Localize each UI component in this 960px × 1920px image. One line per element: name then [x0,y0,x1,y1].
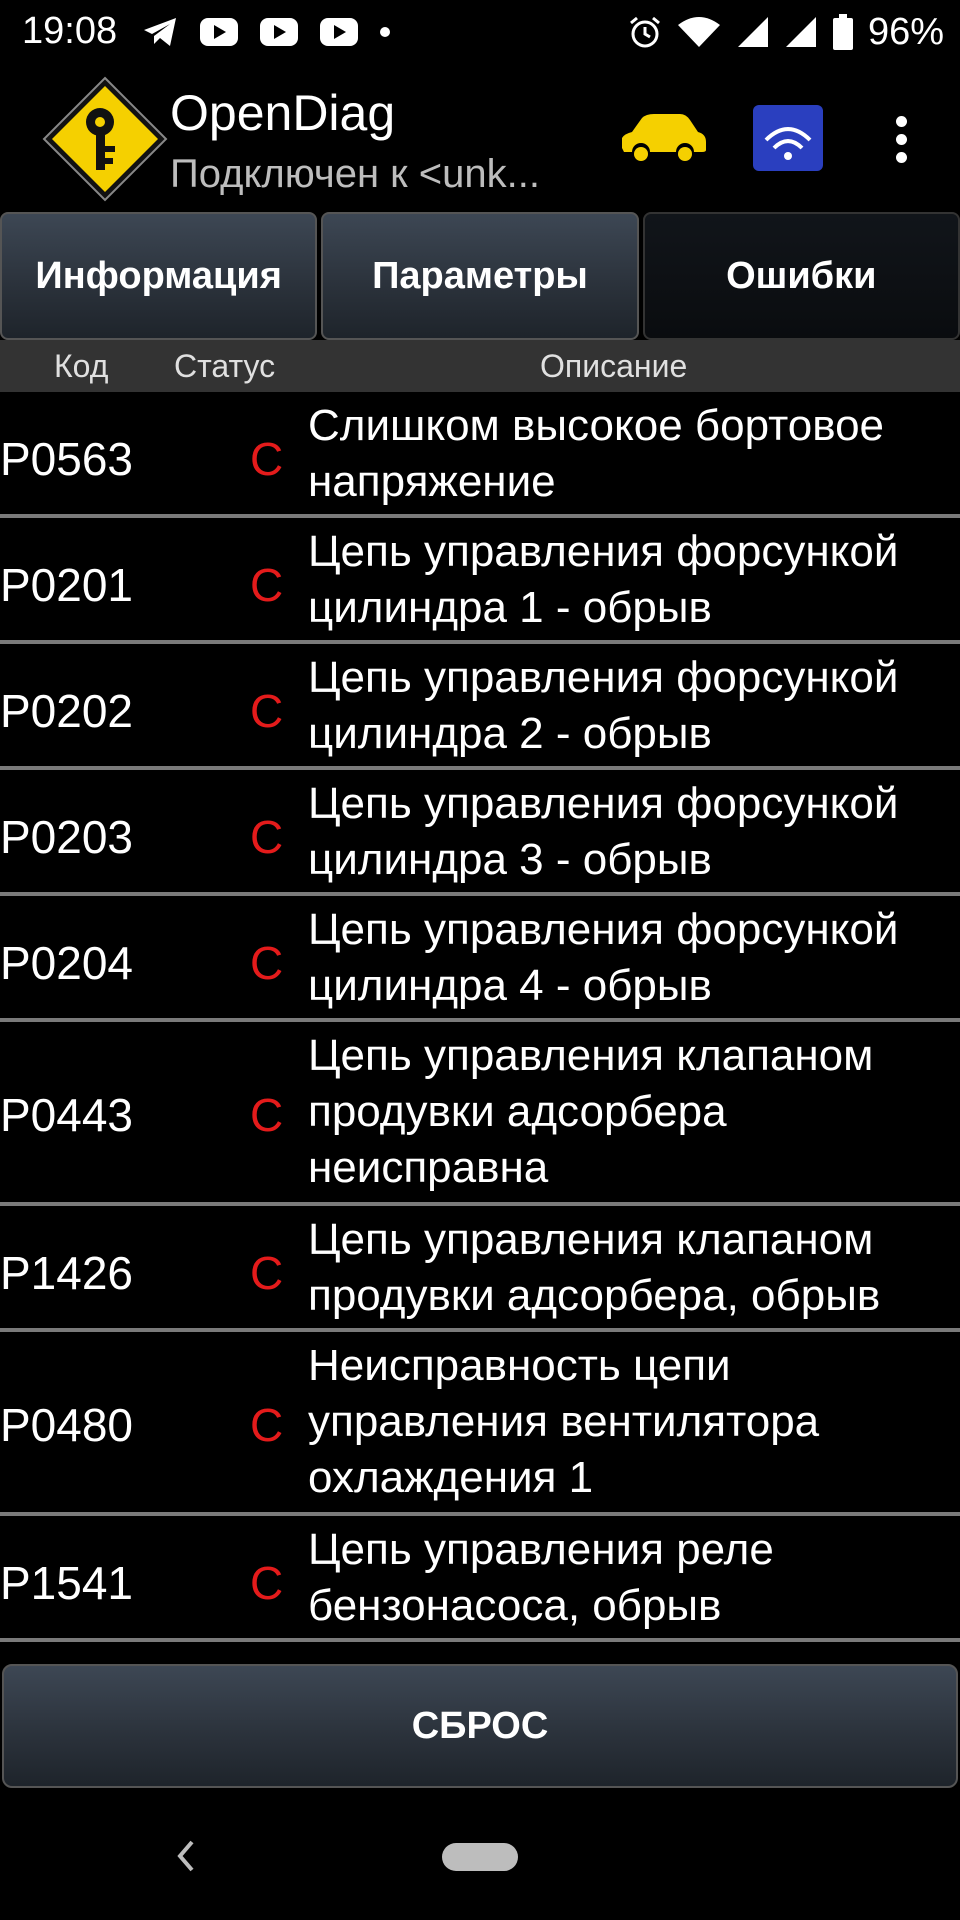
error-code: P0201 [0,559,134,611]
error-code: P0202 [0,685,134,737]
table-row[interactable]: P0480 C Неисправность цепи управления ве… [0,1332,960,1516]
error-code: P0443 [0,1089,134,1141]
signal-icon [785,17,816,47]
table-row[interactable]: P0201 C Цепь управления форсункой цилинд… [0,518,960,644]
clock: 19:08 [22,10,118,52]
table-row[interactable]: P0203 C Цепь управления форсункой цилинд… [0,770,960,896]
status-bar: 19:08 96% [0,0,960,64]
app-bar: OpenDiag Подключен к <unk... [0,64,960,210]
error-description: Цепь управления форсункой цилиндра 4 - о… [308,905,899,1010]
wifi-icon [677,17,720,47]
column-description: Описание [540,348,688,384]
battery-percent: 96% [867,10,944,53]
telegram-icon [144,18,176,46]
error-description: Неисправность цепи управления вентилятор… [308,1341,820,1502]
app-title: OpenDiag [170,85,396,141]
error-description: Цепь управления клапаном продувки адсорб… [308,1215,881,1320]
youtube-icon [260,18,298,46]
youtube-icon [200,18,238,46]
error-status: C [250,1089,284,1141]
error-status: C [250,1557,284,1609]
table-row[interactable]: P0563 C Слишком высокое бортовое напряже… [0,392,960,518]
error-code: P1541 [0,1557,134,1609]
connection-status: Подключен к <unk... [170,152,540,196]
table-row[interactable]: P0204 C Цепь управления форсункой цилинд… [0,896,960,1022]
table-row[interactable]: P0443 C Цепь управления клапаном продувк… [0,1022,960,1206]
battery-icon [832,14,853,50]
error-description: Цепь управления форсункой цилиндра 3 - о… [308,779,899,884]
elm327-wifi-icon[interactable] [752,104,824,172]
error-status: C [250,937,284,989]
table-row[interactable]: P1426 C Цепь управления клапаном продувк… [0,1206,960,1332]
tab-errors[interactable]: Ошибки [642,212,960,340]
car-icon[interactable] [618,108,708,168]
error-status: C [250,559,284,611]
alarm-icon [629,16,660,48]
more-notifications-dot-icon [380,27,390,37]
signal-icon [737,17,768,47]
error-code: P0480 [0,1399,134,1451]
column-status: Статус [174,348,276,384]
back-icon[interactable] [170,1836,200,1876]
tab-bar: Информация Параметры Ошибки [0,212,960,340]
error-status: C [250,1247,284,1299]
error-code: P0204 [0,937,134,989]
tab-information[interactable]: Информация [0,212,318,340]
error-status: C [250,811,284,863]
error-status: C [250,433,284,485]
error-code: P1426 [0,1247,134,1299]
error-description: Цепь управления реле бензонасоса, обрыв [308,1525,774,1630]
column-header: Код Статус Описание [0,340,960,392]
app-logo-icon [42,76,168,202]
error-description: Слишком высокое бортовое напряжение [308,401,885,506]
system-icons: 96% [628,10,944,54]
home-pill-icon[interactable] [442,1843,518,1871]
table-row[interactable]: P1541 C Цепь управления реле бензонасоса… [0,1516,960,1642]
error-code: P0563 [0,433,134,485]
youtube-icon [320,18,358,46]
table-row[interactable]: P0202 C Цепь управления форсункой цилинд… [0,644,960,770]
error-description: Цепь управления форсункой цилиндра 1 - о… [308,527,899,632]
reset-button[interactable]: СБРОС [2,1664,958,1788]
error-list: P0563 C Слишком высокое бортовое напряже… [0,392,960,1642]
tab-parameters[interactable]: Параметры [321,212,639,340]
error-description: Цепь управления форсункой цилиндра 2 - о… [308,653,899,758]
column-code: Код [54,348,109,384]
error-status: C [250,1399,284,1451]
notification-icons [142,14,390,50]
error-description: Цепь управления клапаном продувки адсорб… [308,1031,874,1192]
more-vert-icon[interactable] [886,116,916,166]
error-code: P0203 [0,811,134,863]
error-status: C [250,685,284,737]
